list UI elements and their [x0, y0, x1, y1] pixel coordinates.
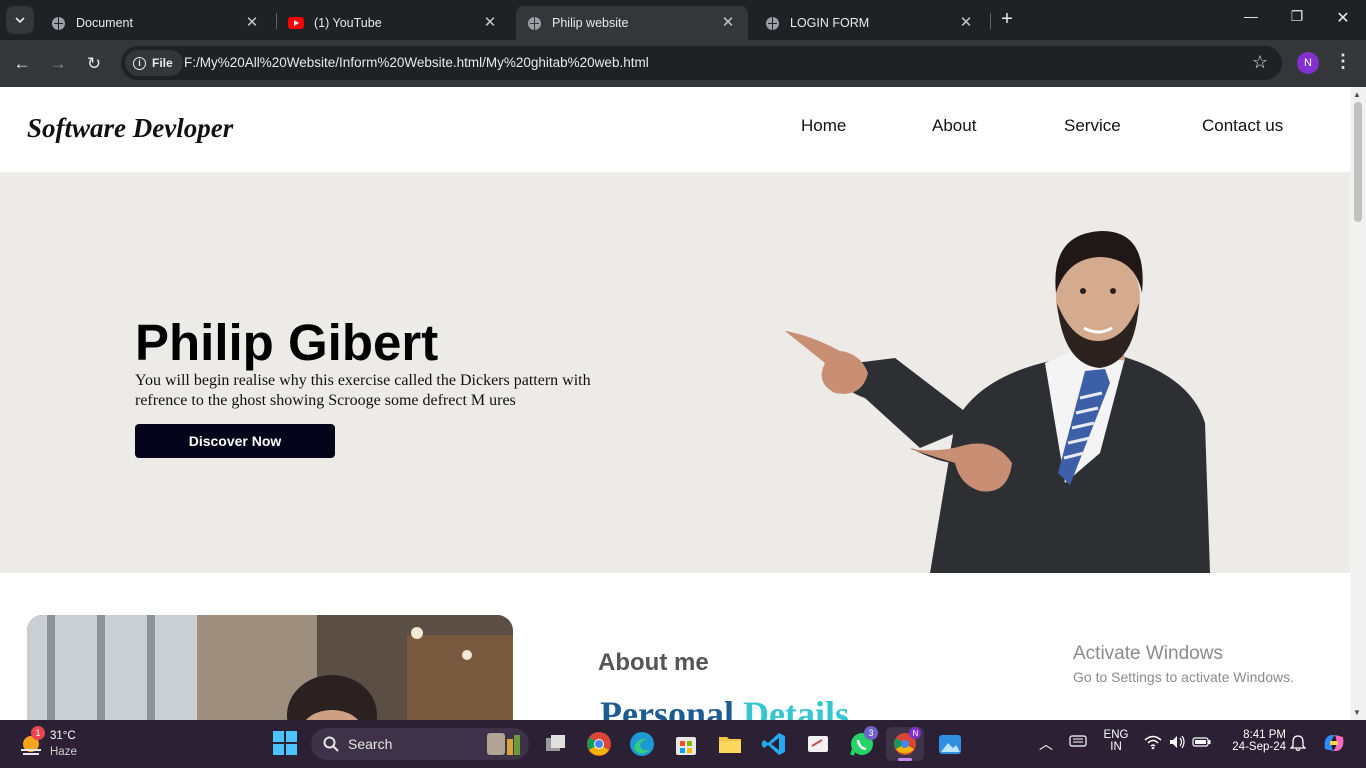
- close-icon[interactable]: ✕: [956, 13, 976, 31]
- about-photo: [27, 615, 513, 720]
- details-word: Details: [742, 694, 849, 720]
- bookmark-star-icon[interactable]: ☆: [1252, 52, 1268, 73]
- taskbar-search-box[interactable]: Search: [311, 728, 529, 760]
- svg-text:N: N: [913, 729, 919, 738]
- whatsapp-badge: 3: [864, 726, 878, 740]
- tab-philip-website[interactable]: Philip website ✕: [516, 6, 748, 40]
- scroll-up-arrow-icon[interactable]: ▲: [1353, 90, 1361, 99]
- watermark-title: Activate Windows: [1073, 643, 1223, 664]
- new-tab-button[interactable]: +: [996, 8, 1018, 31]
- file-explorer-icon[interactable]: [716, 730, 744, 758]
- show-hidden-icons-chevron-icon[interactable]: ︿: [1039, 734, 1053, 754]
- tab-divider: [276, 13, 277, 29]
- vscode-icon[interactable]: [760, 730, 788, 758]
- windows-taskbar: 1 31°C Haze Search 3 N ︿ ENG IN 8:41 PM …: [0, 720, 1366, 768]
- windows-start-icon[interactable]: [272, 730, 300, 758]
- chrome-icon[interactable]: [585, 730, 613, 758]
- globe-icon: [526, 15, 542, 31]
- minimize-button[interactable]: —: [1228, 8, 1274, 24]
- microsoft-store-icon[interactable]: [672, 730, 700, 758]
- whatsapp-icon[interactable]: 3: [848, 726, 878, 758]
- close-icon[interactable]: ✕: [242, 13, 262, 31]
- weather-badge: 1: [31, 726, 45, 740]
- hero-name: Philip Gibert: [135, 314, 439, 371]
- task-view-icon[interactable]: [541, 730, 569, 758]
- region-code: IN: [1110, 741, 1122, 753]
- globe-icon: [764, 15, 780, 31]
- browser-tab-strip: Document ✕ (1) YouTube ✕ Philip website …: [0, 0, 1366, 40]
- clock-date: 24-Sep-24: [1232, 741, 1286, 753]
- tab-divider: [990, 13, 991, 29]
- restore-button[interactable]: ❐: [1274, 8, 1320, 25]
- notification-bell-icon[interactable]: [1289, 734, 1307, 755]
- reload-button[interactable]: ↻: [81, 51, 107, 77]
- edge-icon[interactable]: [628, 730, 656, 758]
- chevron-down-icon: [15, 17, 25, 23]
- site-header: Software Devloper Home About Service Con…: [0, 87, 1350, 173]
- close-icon[interactable]: ✕: [480, 13, 500, 31]
- nav-contact[interactable]: Contact us: [1202, 116, 1283, 136]
- site-info-label: File: [152, 56, 173, 70]
- site-info-chip[interactable]: i File: [125, 50, 183, 76]
- weather-temp: 31°C: [50, 730, 76, 742]
- battery-icon[interactable]: [1192, 734, 1212, 753]
- tab-title: (1) YouTube: [314, 16, 382, 30]
- tab-title: LOGIN FORM: [790, 16, 870, 30]
- watermark-subtitle: Go to Settings to activate Windows.: [1073, 669, 1294, 685]
- hero-section: Philip Gibert You will begin realise why…: [0, 173, 1350, 573]
- tab-youtube[interactable]: (1) YouTube ✕: [278, 6, 510, 40]
- clock-time: 8:41 PM: [1243, 729, 1286, 741]
- browser-menu-icon[interactable]: ⋮: [1334, 51, 1352, 72]
- discover-now-button[interactable]: Discover Now: [135, 424, 335, 458]
- hero-text: You will begin realise why this exercise…: [135, 372, 591, 409]
- profile-avatar[interactable]: N: [1297, 52, 1319, 74]
- scrollbar-thumb[interactable]: [1354, 102, 1362, 222]
- site-logo[interactable]: Software Devloper: [27, 113, 233, 144]
- tab-title: Document: [76, 16, 133, 30]
- globe-icon: [50, 15, 66, 31]
- language-indicator[interactable]: ENG IN: [1101, 729, 1131, 753]
- weather-desc: Haze: [50, 746, 77, 758]
- youtube-icon: [288, 15, 304, 31]
- personal-word: Personal: [600, 694, 734, 720]
- clock[interactable]: 8:41 PM 24-Sep-24: [1224, 729, 1286, 753]
- man-pointing-photo: [785, 231, 1210, 573]
- nav-home[interactable]: Home: [801, 116, 846, 136]
- back-button[interactable]: ←: [9, 51, 35, 77]
- nav-service[interactable]: Service: [1064, 116, 1121, 136]
- search-placeholder: Search: [348, 736, 393, 752]
- whiteboard-icon[interactable]: [804, 730, 832, 758]
- forward-button[interactable]: →: [45, 51, 71, 77]
- nav-about[interactable]: About: [932, 116, 976, 136]
- activate-windows-watermark: Activate Windows Go to Settings to activ…: [1073, 643, 1294, 685]
- chrome-profile-icon-active[interactable]: N: [886, 727, 924, 761]
- tab-title: Philip website: [552, 16, 629, 30]
- page-viewport: Software Devloper Home About Service Con…: [0, 87, 1350, 720]
- wifi-icon[interactable]: [1144, 734, 1162, 753]
- search-highlight-icon: [487, 733, 520, 755]
- volume-icon[interactable]: [1168, 734, 1186, 753]
- tab-search-dropdown-button[interactable]: [6, 6, 34, 34]
- copilot-icon[interactable]: [1321, 731, 1347, 758]
- about-me-heading: About me: [598, 649, 709, 676]
- photos-icon[interactable]: [936, 730, 964, 758]
- close-icon[interactable]: ✕: [718, 13, 738, 31]
- personal-details-heading: Personal Details: [600, 693, 849, 720]
- url-text[interactable]: F:/My%20All%20Website/Inform%20Website.h…: [184, 55, 649, 70]
- scroll-down-arrow-icon[interactable]: ▼: [1353, 708, 1361, 717]
- language-code: ENG: [1103, 729, 1129, 741]
- address-bar[interactable]: i File F:/My%20All%20Website/Inform%20We…: [121, 46, 1282, 80]
- page-scrollbar[interactable]: ▲ ▼: [1350, 87, 1366, 720]
- browser-toolbar: ← → ↻ i File F:/My%20All%20Website/Infor…: [0, 40, 1366, 87]
- tab-login-form[interactable]: LOGIN FORM ✕: [754, 6, 986, 40]
- search-icon: [323, 736, 339, 752]
- close-window-button[interactable]: ✕: [1320, 8, 1366, 28]
- tab-document[interactable]: Document ✕: [40, 6, 272, 40]
- keyboard-icon[interactable]: [1069, 734, 1087, 751]
- info-icon: i: [133, 56, 146, 70]
